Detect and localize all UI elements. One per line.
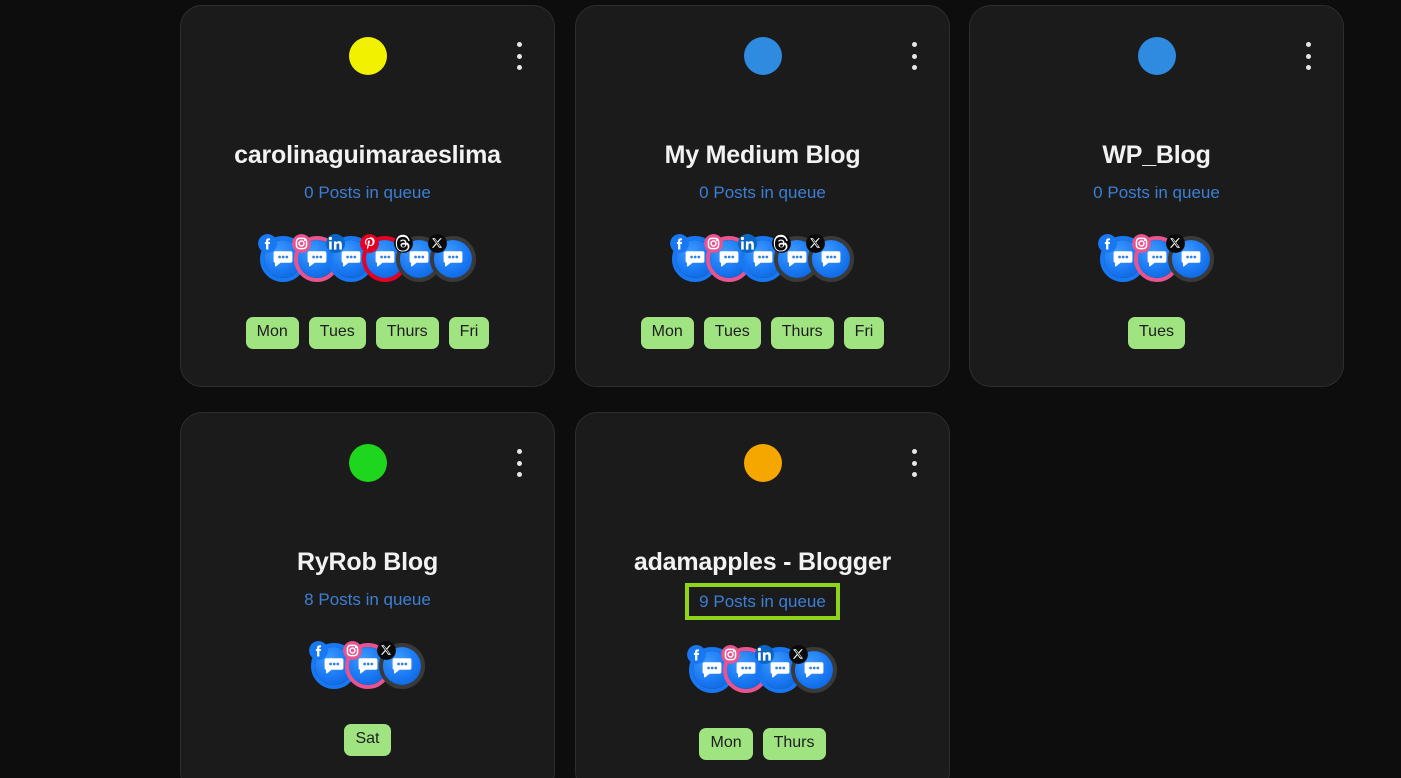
card-header	[181, 6, 554, 102]
linkedin-icon	[325, 233, 345, 253]
facebook-icon	[257, 233, 277, 253]
schedule-days: Mon Thurs	[576, 727, 949, 760]
facebook-icon	[308, 640, 328, 660]
card-title: RyRob Blog	[296, 548, 439, 576]
day-chip[interactable]: Thurs	[770, 316, 834, 349]
instagram-icon	[720, 644, 740, 664]
connected-accounts-row	[181, 640, 554, 692]
account-avatar-x[interactable]	[805, 233, 854, 282]
account-avatar-x[interactable]	[788, 644, 837, 693]
status-dot	[1137, 37, 1176, 75]
facebook-icon	[1097, 233, 1117, 253]
status-dot	[743, 37, 782, 75]
facebook-icon	[686, 644, 706, 664]
queue-row: 8 Posts in queue	[181, 587, 554, 612]
x-twitter-icon	[1165, 233, 1185, 253]
status-dot	[743, 444, 782, 482]
posts-in-queue-link[interactable]: 0 Posts in queue	[298, 180, 437, 205]
card-title: My Medium Blog	[664, 141, 861, 169]
schedule-days: Mon Tues Thurs Fri	[181, 316, 554, 349]
posts-in-queue-link[interactable]: 8 Posts in queue	[298, 587, 437, 612]
card-title: carolinaguimaraeslima	[234, 141, 501, 169]
schedule-days: Sat	[181, 723, 554, 756]
schedule-days: Mon Tues Thurs Fri	[576, 316, 949, 349]
instagram-icon	[1131, 233, 1151, 253]
instagram-icon	[291, 233, 311, 253]
queue-row: 9 Posts in queue	[576, 582, 949, 620]
day-chip[interactable]: Mon	[699, 727, 753, 760]
posts-in-queue-link[interactable]: 0 Posts in queue	[693, 180, 832, 205]
day-chip[interactable]: Sat	[344, 723, 391, 756]
instagram-icon	[703, 233, 723, 253]
account-avatar-x[interactable]	[1165, 233, 1214, 282]
connected-accounts-row	[970, 233, 1343, 285]
channel-card-ryrob-blog[interactable]: RyRob Blog 8 Posts in queue Sat	[180, 412, 555, 778]
channel-card-wp-blog[interactable]: WP_Blog 0 Posts in queue Tues	[969, 5, 1344, 387]
more-vertical-icon[interactable]	[508, 446, 530, 480]
x-twitter-icon	[376, 640, 396, 660]
more-vertical-icon[interactable]	[508, 39, 530, 73]
day-chip[interactable]: Tues	[1128, 316, 1185, 349]
connected-accounts-row	[576, 644, 949, 696]
connected-accounts-row	[181, 233, 554, 285]
pinterest-icon	[359, 233, 379, 253]
day-chip[interactable]: Fri	[448, 316, 490, 349]
channel-card-carolinaguimaraeslima[interactable]: carolinaguimaraeslima 0 Posts in queue M…	[180, 5, 555, 387]
day-chip[interactable]: Thurs	[375, 316, 439, 349]
card-title: adamapples - Blogger	[633, 548, 892, 576]
channel-card-adamapples-blogger[interactable]: adamapples - Blogger 9 Posts in queue Mo…	[575, 412, 950, 778]
card-header	[576, 6, 949, 102]
account-avatar-x[interactable]	[376, 640, 425, 689]
schedule-days: Tues	[970, 316, 1343, 349]
facebook-icon	[669, 233, 689, 253]
channel-card-grid: carolinaguimaraeslima 0 Posts in queue M…	[0, 0, 1401, 778]
posts-in-queue-link[interactable]: 0 Posts in queue	[1087, 180, 1226, 205]
queue-row: 0 Posts in queue	[970, 180, 1343, 205]
linkedin-icon	[754, 644, 774, 664]
card-header	[181, 413, 554, 509]
x-twitter-icon	[788, 644, 808, 664]
x-twitter-icon	[805, 233, 825, 253]
day-chip[interactable]: Mon	[640, 316, 694, 349]
card-title: WP_Blog	[1102, 141, 1211, 169]
status-dot	[348, 444, 387, 482]
card-header	[970, 6, 1343, 102]
connected-accounts-row	[576, 233, 949, 285]
channel-card-my-medium-blog[interactable]: My Medium Blog 0 Posts in queue Mon Tues…	[575, 5, 950, 387]
instagram-icon	[342, 640, 362, 660]
day-chip[interactable]: Fri	[843, 316, 885, 349]
day-chip[interactable]: Thurs	[762, 727, 826, 760]
card-header	[576, 413, 949, 509]
status-dot	[348, 37, 387, 75]
day-chip[interactable]: Tues	[703, 316, 761, 349]
day-chip[interactable]: Mon	[245, 316, 299, 349]
more-vertical-icon[interactable]	[903, 39, 925, 73]
threads-icon	[393, 233, 413, 253]
day-chip[interactable]: Tues	[308, 316, 366, 349]
more-vertical-icon[interactable]	[903, 446, 925, 480]
linkedin-icon	[737, 233, 757, 253]
x-twitter-icon	[427, 233, 447, 253]
queue-row: 0 Posts in queue	[181, 180, 554, 205]
more-vertical-icon[interactable]	[1297, 39, 1319, 73]
queue-row: 0 Posts in queue	[576, 180, 949, 205]
posts-in-queue-link[interactable]: 9 Posts in queue	[685, 582, 840, 620]
threads-icon	[771, 233, 791, 253]
account-avatar-x[interactable]	[427, 233, 476, 282]
